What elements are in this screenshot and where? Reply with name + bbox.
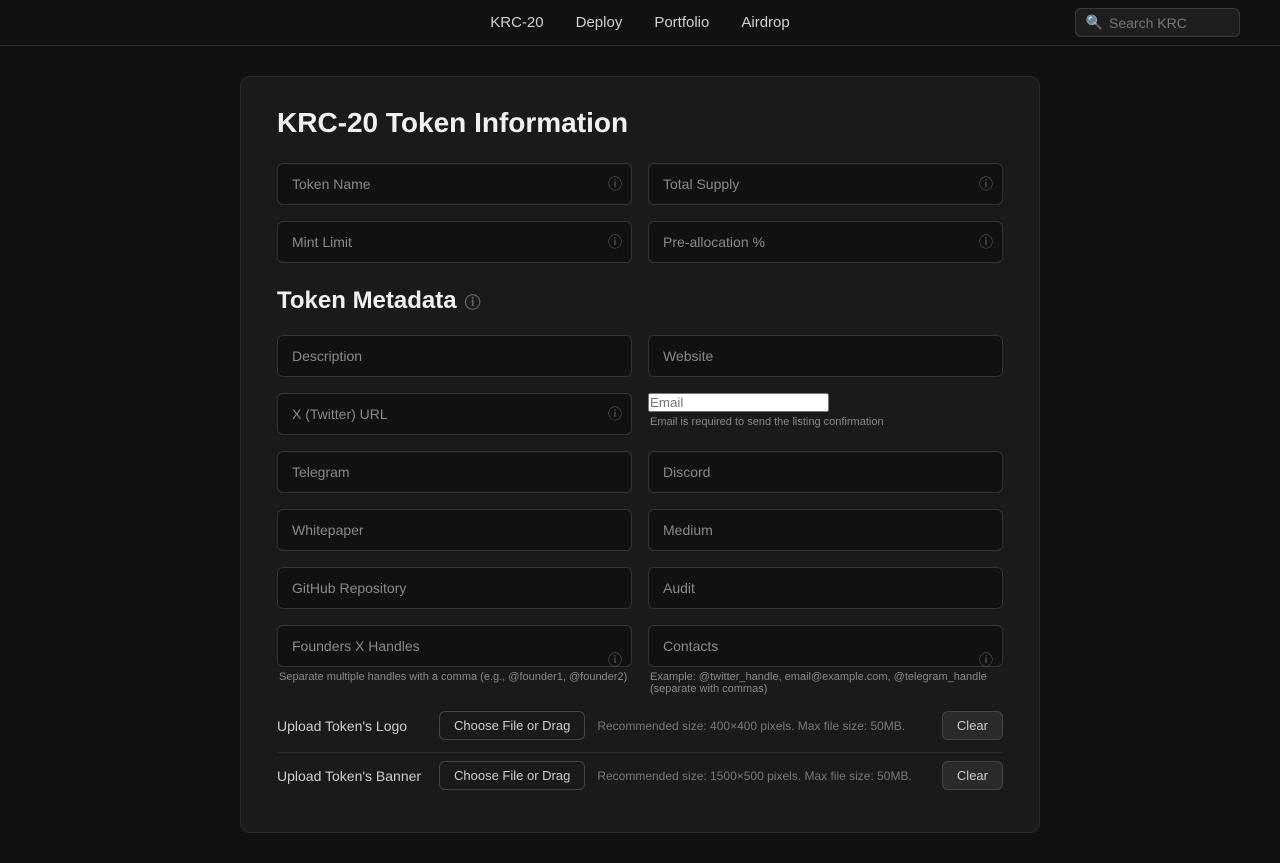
contacts-input[interactable]	[648, 625, 1003, 667]
search-input[interactable]	[1109, 15, 1229, 31]
medium-input[interactable]	[648, 509, 1003, 551]
contacts-info-icon[interactable]: ⓘ	[979, 650, 993, 670]
row-metadata-3	[277, 451, 1003, 493]
preallocation-info-icon[interactable]: ⓘ	[979, 232, 993, 252]
row-metadata-6: ⓘ Separate multiple handles with a comma…	[277, 625, 1003, 695]
page-title: KRC-20 Token Information	[277, 107, 1003, 139]
contacts-note: Example: @twitter_handle, email@example.…	[648, 671, 1003, 695]
total-supply-info-icon[interactable]: ⓘ	[979, 174, 993, 194]
preallocation-input[interactable]	[648, 221, 1003, 263]
upload-banner-clear-button[interactable]: Clear	[942, 761, 1003, 790]
row-metadata-1	[277, 335, 1003, 377]
upload-divider	[277, 752, 1003, 753]
field-github	[277, 567, 632, 609]
discord-input[interactable]	[648, 451, 1003, 493]
twitter-input[interactable]	[277, 393, 632, 435]
field-twitter: ⓘ	[277, 393, 632, 435]
metadata-heading: Token Metadata ⓘ	[277, 287, 1003, 315]
row-metadata-5	[277, 567, 1003, 609]
nav-deploy[interactable]: Deploy	[576, 14, 623, 31]
whitepaper-input[interactable]	[277, 509, 632, 551]
field-medium	[648, 509, 1003, 551]
audit-input[interactable]	[648, 567, 1003, 609]
field-description	[277, 335, 632, 377]
metadata-heading-text: Token Metadata	[277, 287, 457, 315]
upload-logo-hint: Recommended size: 400×400 pixels. Max fi…	[597, 719, 905, 733]
main-content: KRC-20 Token Information ⓘ ⓘ ⓘ ⓘ	[0, 46, 1280, 863]
top-nav: KRC-20 Deploy Portfolio Airdrop 🔍	[0, 0, 1280, 46]
field-token-name: ⓘ	[277, 163, 632, 205]
search-box[interactable]: 🔍	[1075, 8, 1240, 37]
upload-logo-button[interactable]: Choose File or Drag	[439, 711, 585, 740]
upload-banner-row: Upload Token's Banner Choose File or Dra…	[277, 761, 1003, 790]
field-discord	[648, 451, 1003, 493]
nav-links: KRC-20 Deploy Portfolio Airdrop	[490, 14, 789, 31]
mint-limit-info-icon[interactable]: ⓘ	[608, 232, 622, 252]
row-basic-1: ⓘ ⓘ	[277, 163, 1003, 205]
field-mint-limit: ⓘ	[277, 221, 632, 263]
total-supply-input[interactable]	[648, 163, 1003, 205]
upload-banner-hint: Recommended size: 1500×500 pixels. Max f…	[597, 769, 912, 783]
nav-airdrop[interactable]: Airdrop	[741, 14, 789, 31]
field-website	[648, 335, 1003, 377]
row-metadata-2: ⓘ Email is required to send the listing …	[277, 393, 1003, 435]
field-whitepaper	[277, 509, 632, 551]
field-founders: ⓘ Separate multiple handles with a comma…	[277, 625, 632, 695]
email-note: Email is required to send the listing co…	[648, 416, 1003, 428]
founders-input[interactable]	[277, 625, 632, 667]
search-icon: 🔍	[1086, 14, 1103, 31]
telegram-input[interactable]	[277, 451, 632, 493]
email-input[interactable]	[648, 393, 829, 412]
upload-logo-clear-button[interactable]: Clear	[942, 711, 1003, 740]
upload-banner-button[interactable]: Choose File or Drag	[439, 761, 585, 790]
row-metadata-4	[277, 509, 1003, 551]
form-container: KRC-20 Token Information ⓘ ⓘ ⓘ ⓘ	[240, 76, 1040, 833]
github-input[interactable]	[277, 567, 632, 609]
token-name-input[interactable]	[277, 163, 632, 205]
token-name-info-icon[interactable]: ⓘ	[608, 174, 622, 194]
field-contacts: ⓘ Example: @twitter_handle, email@exampl…	[648, 625, 1003, 695]
metadata-info-icon[interactable]: ⓘ	[465, 289, 481, 313]
founders-note: Separate multiple handles with a comma (…	[277, 671, 632, 683]
upload-logo-row: Upload Token's Logo Choose File or Drag …	[277, 711, 1003, 740]
field-email-wrapper: Email is required to send the listing co…	[648, 393, 1003, 435]
row-basic-2: ⓘ ⓘ	[277, 221, 1003, 263]
founders-info-icon[interactable]: ⓘ	[608, 650, 622, 670]
upload-banner-label: Upload Token's Banner	[277, 768, 427, 784]
nav-portfolio[interactable]: Portfolio	[654, 14, 709, 31]
field-total-supply: ⓘ	[648, 163, 1003, 205]
field-preallocation: ⓘ	[648, 221, 1003, 263]
mint-limit-input[interactable]	[277, 221, 632, 263]
description-input[interactable]	[277, 335, 632, 377]
field-telegram	[277, 451, 632, 493]
twitter-info-icon[interactable]: ⓘ	[608, 404, 622, 424]
nav-krc20[interactable]: KRC-20	[490, 14, 543, 31]
website-input[interactable]	[648, 335, 1003, 377]
field-audit	[648, 567, 1003, 609]
